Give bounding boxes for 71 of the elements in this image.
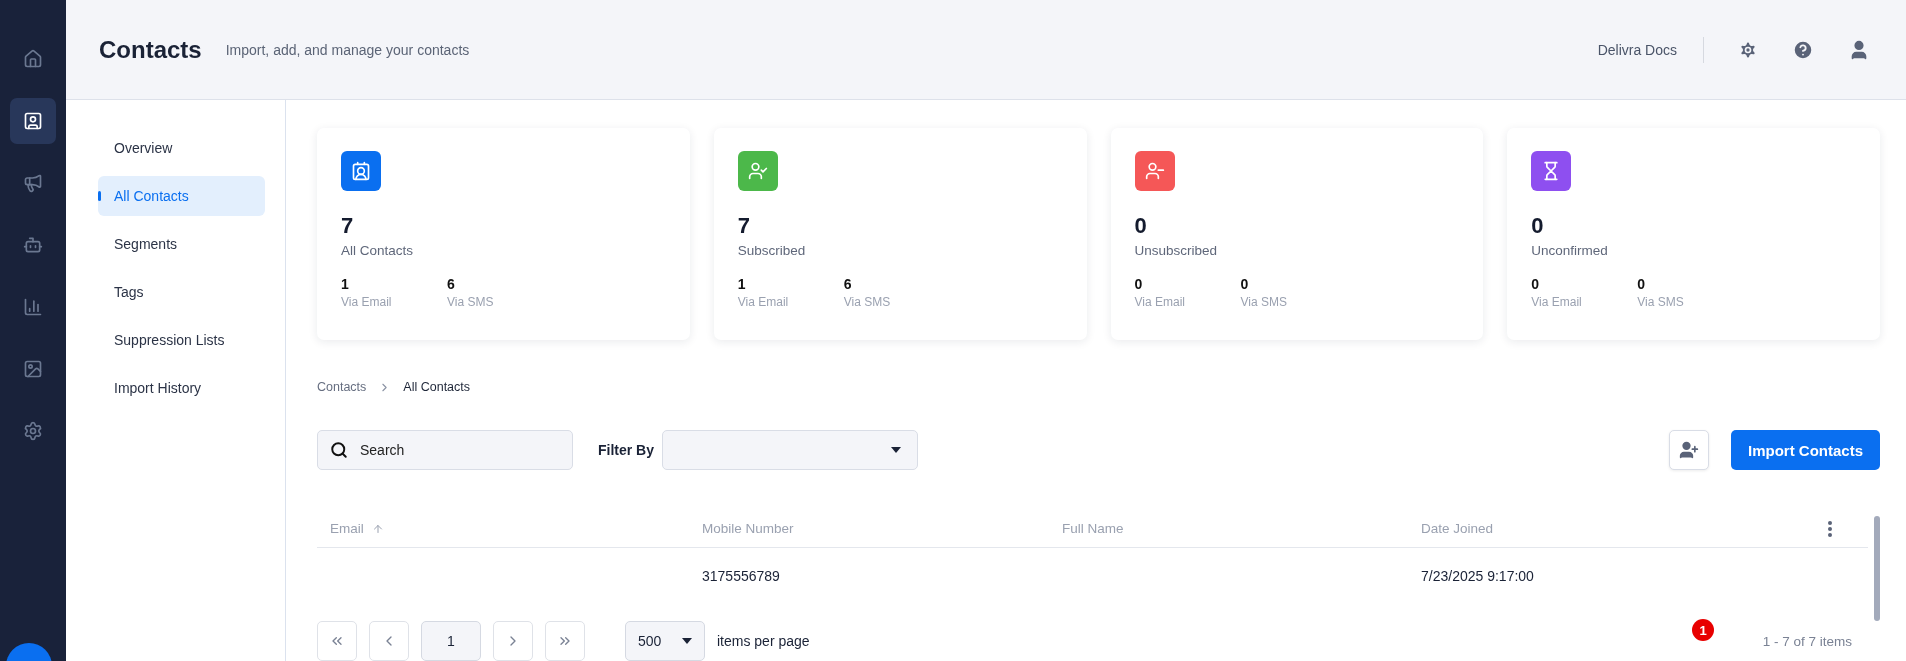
sub-stat-label: Via SMS	[843, 295, 892, 309]
import-contacts-button[interactable]: Import Contacts	[1731, 430, 1880, 470]
column-header-label: Email	[330, 521, 364, 536]
subnav-item[interactable]: Tags	[98, 272, 265, 312]
subnav-item[interactable]: Segments	[98, 224, 265, 264]
sub-stat-value: 0	[1637, 276, 1647, 292]
docs-link[interactable]: Delivra Docs	[1597, 36, 1704, 63]
sub-stat-label: Via Email	[1134, 295, 1186, 309]
stat-label: Subscribed	[737, 243, 807, 258]
user-minus-icon	[1144, 161, 1165, 181]
sub-stat-value: 6	[447, 276, 456, 292]
subnav-item[interactable]: Overview	[98, 128, 265, 168]
bar-chart-icon	[23, 297, 43, 317]
caret-icon	[891, 447, 901, 453]
subnav-item[interactable]: Suppression Lists	[98, 320, 265, 360]
subnav-item[interactable]: All Contacts	[98, 176, 265, 216]
sub-stat-value: 0	[1531, 276, 1541, 292]
page-subtitle: Import, add, and manage your contacts	[225, 41, 471, 58]
sub-stat-value: 1	[341, 276, 350, 292]
column-header-label: Date Joined	[1421, 521, 1494, 536]
notification-badge: 1	[1692, 619, 1714, 641]
stat-label: Unsubscribed	[1134, 243, 1219, 258]
stat-value: 7	[341, 213, 355, 239]
nav-rail-button[interactable]	[10, 98, 56, 144]
breadcrumb-link[interactable]: All Contacts	[403, 380, 471, 394]
filter-label: Filter By	[598, 442, 654, 458]
stat-value: 7	[737, 213, 751, 239]
settings-button[interactable]	[1738, 39, 1758, 60]
current-page-button[interactable]: 1	[421, 621, 481, 661]
more-vertical-icon	[1828, 520, 1832, 537]
sub-stat-value: 0	[1134, 276, 1144, 292]
table-cell-text: 3175556789	[702, 568, 781, 584]
sub-stat-label: Via SMS	[447, 295, 495, 309]
sub-stat-label: Via Email	[341, 295, 393, 309]
sub-stat-label: Via SMS	[1637, 295, 1685, 309]
sub-stat-label: Via Email	[1531, 295, 1583, 309]
stat-label: Unconfirmed	[1531, 243, 1609, 258]
stat-value: 0	[1134, 213, 1148, 239]
breadcrumb-link[interactable]: Contacts	[317, 380, 367, 394]
page-title: Contacts	[99, 35, 202, 64]
user-check-icon	[747, 161, 768, 181]
settings-icon	[1738, 39, 1758, 60]
table-cell-text: 7/23/2025 9:17:00	[1421, 568, 1535, 584]
search-icon	[330, 441, 348, 459]
user-plus-icon	[1679, 440, 1699, 460]
add-contact-button[interactable]	[1669, 430, 1709, 470]
sub-stat-value: 1	[737, 276, 747, 292]
help-button[interactable]	[1792, 38, 1814, 61]
pagination-summary: 1 - 7 of 7 items	[1762, 633, 1852, 649]
settings-icon	[23, 421, 43, 441]
search-field[interactable]: Search	[317, 430, 573, 470]
scrollbar[interactable]	[1874, 516, 1880, 621]
page-size-dropdown[interactable]: 500	[625, 621, 705, 661]
home-icon	[23, 49, 43, 69]
subnav-item[interactable]: Import History	[98, 368, 265, 408]
column-header-label: Mobile Number	[702, 521, 794, 536]
sub-stat-value: 0	[1240, 276, 1250, 292]
page-size-label: items per page	[717, 633, 810, 649]
stat-label: All Contacts	[341, 243, 415, 258]
caret-icon	[682, 638, 692, 644]
column-header-label: Full Name	[1062, 521, 1124, 536]
sub-stat-label: Via Email	[737, 295, 790, 309]
sub-stat-label: Via SMS	[1240, 295, 1288, 309]
robot-icon	[23, 235, 43, 255]
sub-stat-value: 6	[843, 276, 853, 292]
stat-value: 0	[1531, 213, 1545, 239]
image-icon	[23, 359, 43, 379]
contact-book-icon	[351, 161, 371, 181]
help-icon	[1792, 38, 1814, 61]
contact-card-icon	[23, 111, 43, 131]
megaphone-icon	[23, 173, 43, 193]
